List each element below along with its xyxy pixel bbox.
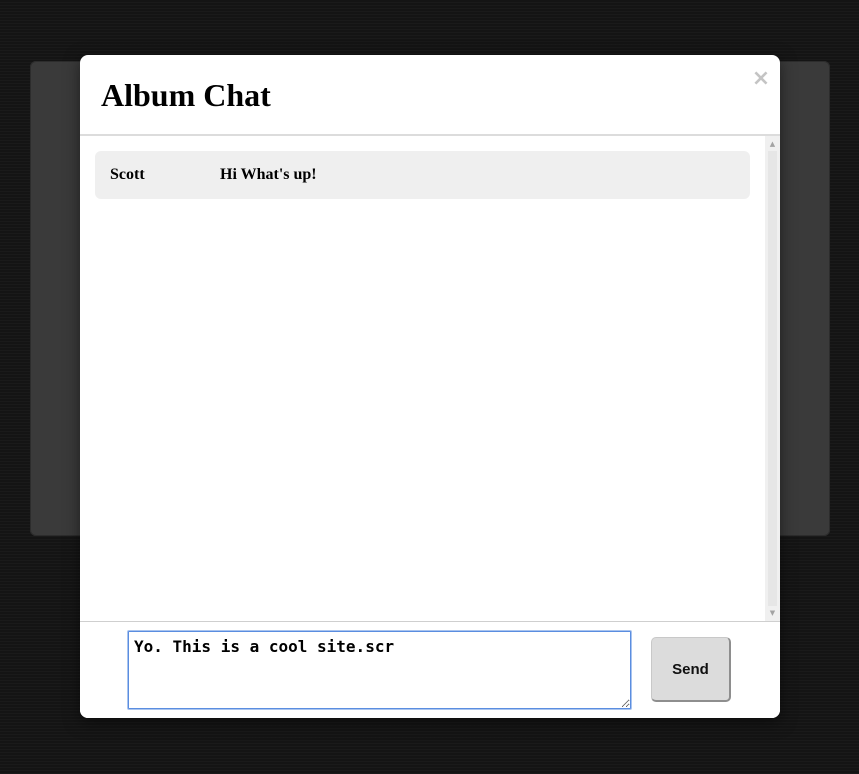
messages-scrollbar[interactable]: ▲ ▼ xyxy=(765,136,780,621)
chat-message: Scott Hi What's up! xyxy=(95,151,750,199)
chat-messages-list[interactable]: Scott Hi What's up! xyxy=(80,136,765,621)
scroll-up-arrow-icon[interactable]: ▲ xyxy=(765,137,780,151)
modal-header: Album Chat × xyxy=(80,55,780,136)
scroll-down-arrow-icon[interactable]: ▼ xyxy=(765,606,780,620)
message-text: Hi What's up! xyxy=(220,166,317,183)
album-chat-modal: Album Chat × Scott Hi What's up! ▲ ▼ Yo.… xyxy=(80,55,780,718)
message-author: Scott xyxy=(110,166,145,183)
send-button[interactable]: Send xyxy=(651,637,731,702)
close-icon[interactable]: × xyxy=(751,65,771,93)
scrollbar-thumb[interactable] xyxy=(768,151,777,606)
modal-title: Album Chat xyxy=(101,77,271,113)
message-input[interactable]: Yo. This is a cool site.scr xyxy=(128,631,631,709)
message-composer: Yo. This is a cool site.scr Send xyxy=(80,621,780,718)
